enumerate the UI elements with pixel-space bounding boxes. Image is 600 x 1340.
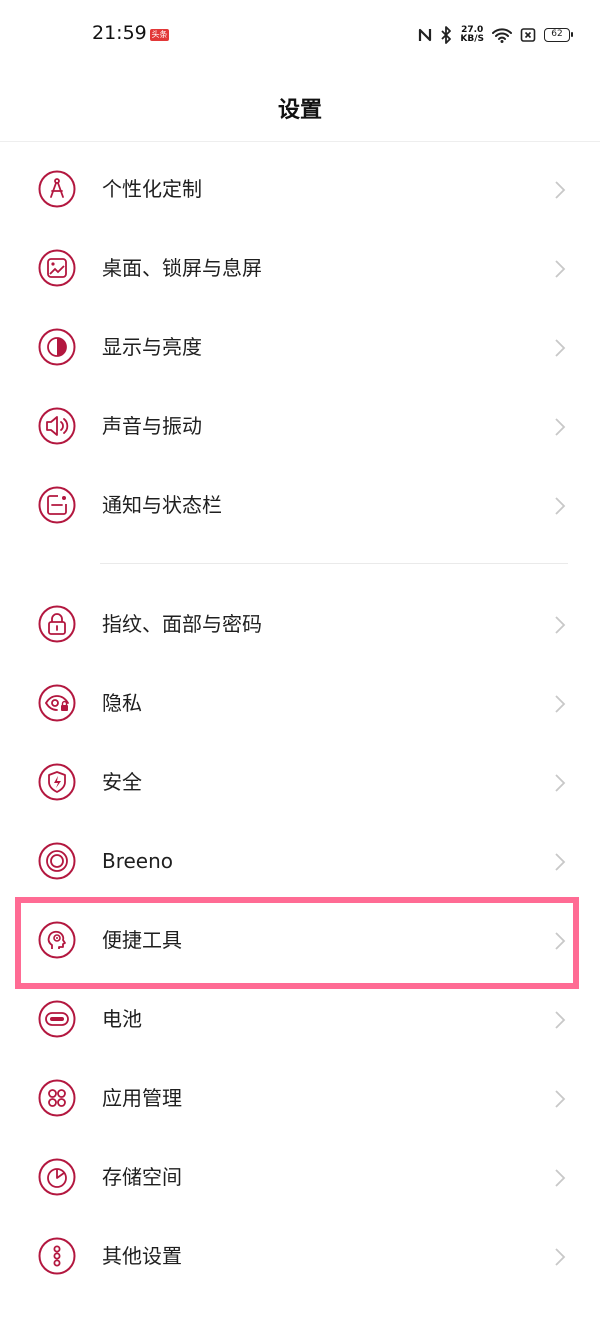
- chevron-right-icon: [554, 773, 566, 793]
- chevron-right-icon: [554, 1089, 566, 1109]
- chevron-right-icon: [554, 931, 566, 951]
- chevron-right-icon: [554, 417, 566, 437]
- no-sim-icon: [520, 27, 536, 43]
- chevron-right-icon: [554, 852, 566, 872]
- chevron-right-icon: [554, 259, 566, 279]
- settings-item-fingerprint-face-password[interactable]: 指纹、面部与密码: [0, 585, 600, 664]
- settings-item-storage[interactable]: 存储空间: [0, 1138, 600, 1217]
- bluetooth-icon: [440, 26, 452, 44]
- settings-item-display-brightness[interactable]: 显示与亮度: [0, 308, 600, 387]
- settings-group-1: 个性化定制 桌面、锁屏与息屏 显示与亮度 声音与振动 通知与状态栏: [0, 150, 600, 545]
- settings-item-other-settings[interactable]: 其他设置: [0, 1217, 600, 1296]
- network-speed-unit: KB/S: [460, 34, 484, 44]
- settings-item-label: 声音与振动: [102, 414, 202, 438]
- settings-item-label: 应用管理: [102, 1086, 182, 1110]
- chevron-right-icon: [554, 694, 566, 714]
- settings-item-label: 个性化定制: [102, 177, 202, 201]
- apps-icon: [38, 1079, 76, 1117]
- settings-item-desktop-lockscreen[interactable]: 桌面、锁屏与息屏: [0, 229, 600, 308]
- settings-item-label: 便捷工具: [102, 928, 182, 952]
- settings-item-battery[interactable]: 电池: [0, 980, 600, 1059]
- settings-item-label: 通知与状态栏: [102, 493, 222, 517]
- more-icon: [38, 1237, 76, 1275]
- chevron-right-icon: [554, 1010, 566, 1030]
- breeno-icon: [38, 842, 76, 880]
- status-bar: 21:59 头条 27.0 KB/S 62: [0, 0, 600, 70]
- battery-icon: [38, 1000, 76, 1038]
- settings-item-security[interactable]: 安全: [0, 743, 600, 822]
- settings-group-2: 指纹、面部与密码 隐私 安全 Breeno 便捷工具 电池 应用管理 存储空间 …: [0, 585, 600, 1296]
- settings-item-personalization[interactable]: 个性化定制: [0, 150, 600, 229]
- settings-item-breeno[interactable]: Breeno: [0, 822, 600, 901]
- chevron-right-icon: [554, 1168, 566, 1188]
- page-title: 设置: [277, 98, 322, 123]
- settings-item-sound-vibration[interactable]: 声音与振动: [0, 387, 600, 466]
- settings-item-convenience-tools[interactable]: 便捷工具: [0, 901, 600, 980]
- privacy-eye-icon: [38, 684, 76, 722]
- head-icon: [38, 921, 76, 959]
- settings-item-label: Breeno: [102, 849, 174, 873]
- chevron-right-icon: [554, 615, 566, 635]
- storage-icon: [38, 1158, 76, 1196]
- settings-item-label: 隐私: [102, 691, 142, 715]
- shield-icon: [38, 763, 76, 801]
- app-notification-badge: 头条: [150, 29, 169, 41]
- settings-item-label: 其他设置: [102, 1244, 182, 1268]
- nfc-icon: [418, 27, 432, 43]
- chevron-right-icon: [554, 180, 566, 200]
- wifi-icon: [492, 27, 512, 43]
- settings-item-label: 显示与亮度: [102, 335, 202, 359]
- settings-item-notification-statusbar[interactable]: 通知与状态栏: [0, 466, 600, 545]
- settings-item-label: 指纹、面部与密码: [102, 612, 262, 636]
- compass-icon: [38, 170, 76, 208]
- status-time: 21:59: [92, 22, 147, 44]
- network-speed: 27.0 KB/S: [460, 26, 484, 44]
- chevron-right-icon: [554, 338, 566, 358]
- group-divider: [100, 563, 568, 564]
- header: 设置: [0, 70, 600, 142]
- chevron-right-icon: [554, 496, 566, 516]
- settings-item-privacy[interactable]: 隐私: [0, 664, 600, 743]
- speaker-icon: [38, 407, 76, 445]
- notification-icon: [38, 486, 76, 524]
- settings-item-label: 桌面、锁屏与息屏: [102, 256, 262, 280]
- wallpaper-icon: [38, 249, 76, 287]
- settings-item-app-management[interactable]: 应用管理: [0, 1059, 600, 1138]
- chevron-right-icon: [554, 1247, 566, 1267]
- settings-item-label: 存储空间: [102, 1165, 182, 1189]
- settings-item-label: 电池: [102, 1007, 142, 1031]
- settings-item-label: 安全: [102, 770, 142, 794]
- battery-indicator: 62: [544, 28, 573, 42]
- lock-icon: [38, 605, 76, 643]
- contrast-icon: [38, 328, 76, 366]
